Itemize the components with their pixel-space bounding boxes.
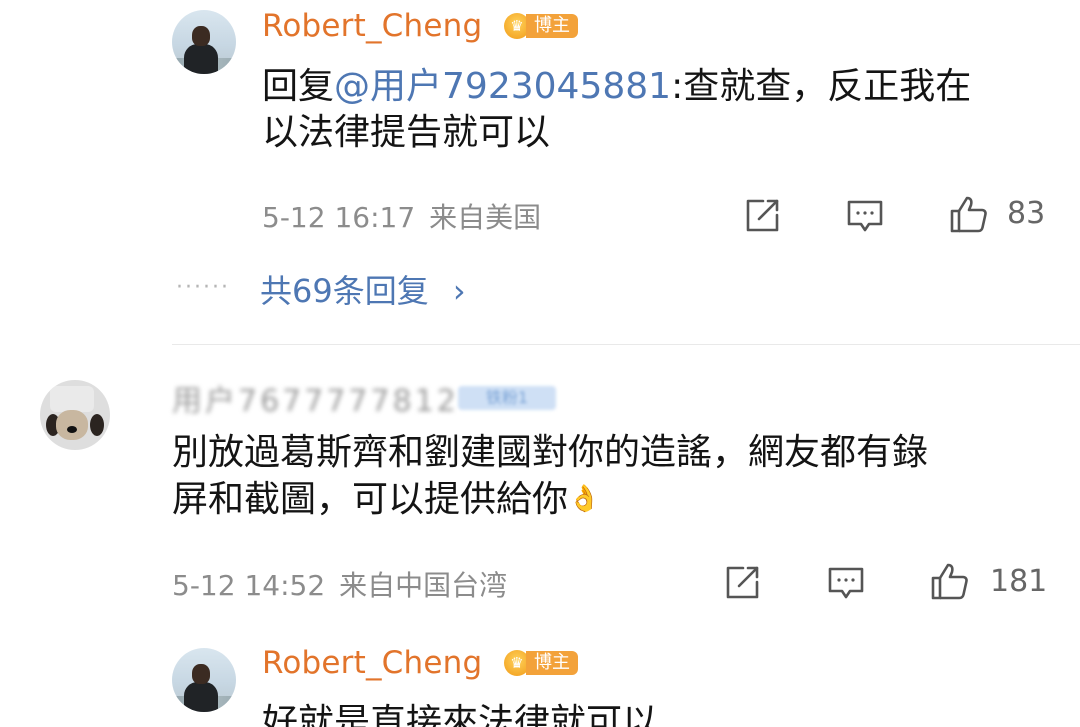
ok-hand-icon: 👌 <box>568 484 601 514</box>
like-icon[interactable] <box>948 194 988 234</box>
avatar-figure <box>184 682 218 712</box>
comment-icon[interactable] <box>845 196 885 236</box>
avatar-dog-nose <box>67 426 77 433</box>
author-badge: ♛ 博主 <box>504 650 578 676</box>
username[interactable]: 用户7677777812 <box>172 376 459 420</box>
avatar-figure-head <box>192 26 210 46</box>
like-count: 83 <box>1007 196 1046 231</box>
author-badge-label: 博主 <box>526 14 578 38</box>
like-count: 181 <box>990 564 1048 599</box>
comment-date: 5-12 16:17 <box>262 201 416 234</box>
comment-text-part: :查就查，反正我在 <box>671 66 972 107</box>
fan-badge: 铁粉1 <box>458 386 556 410</box>
view-replies-label: 共69条回复 <box>260 272 429 310</box>
avatar-figure-head <box>192 664 210 684</box>
avatar-blurred-area <box>50 386 94 412</box>
avatar[interactable] <box>172 10 236 74</box>
divider <box>172 344 1080 345</box>
replies-indent-dots: ······ <box>176 275 230 300</box>
comment-location: 来自美国 <box>429 201 542 234</box>
share-icon[interactable] <box>742 196 782 236</box>
comment-date: 5-12 14:52 <box>172 569 326 602</box>
comment-icon[interactable] <box>826 563 866 603</box>
view-replies-link[interactable]: 共69条回复 › <box>260 266 466 312</box>
avatar-dog-ear <box>90 414 104 436</box>
comment-location: 来自中国台湾 <box>339 569 508 602</box>
author-badge-label: 博主 <box>526 651 578 675</box>
comment-text-line: 以法律提告就可以 <box>262 112 551 153</box>
username[interactable]: Robert_Cheng <box>262 645 482 681</box>
share-icon[interactable] <box>722 563 762 603</box>
comment-text: 別放過葛斯齊和劉建國對你的造謠，網友都有錄 屏和截圖，可以提供給你👌 <box>172 430 1062 523</box>
reply-prefix: 回复 <box>262 66 335 107</box>
mention-link[interactable]: @用户7923045881 <box>334 66 671 107</box>
comment-text: 回复@用户7923045881:查就查，反正我在 以法律提告就可以 <box>262 64 1062 156</box>
comment-text-line: 屏和截圖，可以提供給你 <box>172 479 569 520</box>
avatar[interactable] <box>172 648 236 712</box>
avatar-figure <box>184 44 218 74</box>
avatar[interactable] <box>40 380 110 450</box>
comment-text-line: 別放過葛斯齊和劉建國對你的造謠，網友都有錄 <box>172 432 929 473</box>
comment-meta: 5-12 16:17 来自美国 <box>262 196 541 236</box>
avatar-dog-face <box>56 410 88 440</box>
like-icon[interactable] <box>929 561 969 601</box>
comment-text: 好就是直接來法律就可以 <box>262 702 659 727</box>
comment-meta: 5-12 14:52 来自中国台湾 <box>172 564 507 604</box>
username[interactable]: Robert_Cheng <box>262 8 482 44</box>
chevron-right-icon: › <box>452 272 466 310</box>
author-badge: ♛ 博主 <box>504 13 578 39</box>
